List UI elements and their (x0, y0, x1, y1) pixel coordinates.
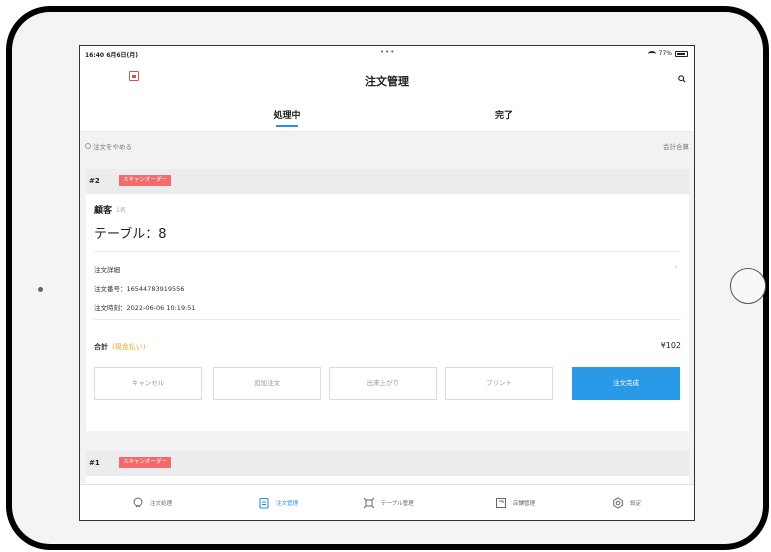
tab-processing[interactable]: 処理中 (247, 108, 327, 127)
customer-count: 1名 (116, 207, 126, 214)
status-time: 16:40 6月6日(月) (85, 52, 139, 59)
order-type-badge: スキャンオーダー (119, 457, 172, 468)
divider (94, 251, 681, 252)
nav-label: 注文管理 (276, 501, 299, 507)
status-tabs: 処理中 完了 (80, 102, 694, 132)
payment-method: (現金払い) (112, 343, 146, 351)
table-number: テーブル：8 (94, 227, 167, 242)
order-type-badge: スキャンオーダー (119, 175, 172, 186)
nav-store-management[interactable]: 店舗管理 (495, 497, 535, 509)
radio-icon (85, 143, 91, 149)
page-title: 注文管理 (365, 75, 409, 88)
app-screen: 16:40 6月6日(月) ••• 77% 注文管理 処理中 完了 注文をやめる… (79, 45, 695, 521)
order-number: #1 (89, 459, 100, 467)
cancel-button[interactable]: キャンセル (94, 367, 202, 400)
order-detail-link[interactable]: 注文詳細 (94, 264, 120, 274)
chevron-right-icon[interactable]: › (674, 263, 677, 271)
nav-order-management[interactable]: 注文管理 (258, 497, 298, 509)
gear-icon (613, 497, 623, 509)
search-icon[interactable] (678, 75, 686, 83)
nav-bar: 注文管理 (80, 62, 694, 102)
nav-table-management[interactable]: テーブル管理 (363, 497, 414, 509)
order-header: #1 スキャンオーダー (86, 451, 689, 476)
total-label: 合計 (94, 343, 108, 351)
cancel-order-toggle[interactable]: 注文をやめる (85, 141, 132, 151)
ready-button[interactable]: 出来上がり (329, 367, 437, 400)
order-id: 注文番号：16544783919556 (94, 285, 185, 293)
order-card: #2 スキャンオーダー 顧客 1名 テーブル：8 注文詳細 › 注文番号：165… (86, 169, 689, 431)
total-amount: ¥102 (660, 341, 681, 350)
nav-settings[interactable]: 設定 (612, 497, 641, 509)
nav-label: 注文処理 (150, 501, 173, 507)
print-button[interactable]: プリント (445, 367, 553, 400)
table-icon (363, 497, 375, 509)
multitask-dots[interactable]: ••• (380, 48, 395, 56)
bottom-nav: 注文処理 注文管理 テーブル管理 店舗管理 設定 (80, 484, 694, 520)
nav-order-processing[interactable]: 注文処理 (132, 497, 172, 509)
camera-dot (38, 287, 43, 292)
clipboard-icon (259, 497, 269, 509)
status-indicators: 77% (647, 50, 688, 57)
complete-order-button[interactable]: 注文完成 (572, 367, 680, 400)
nav-label: 店舗管理 (513, 501, 536, 507)
tab-completed[interactable]: 完了 (464, 108, 544, 121)
customer-label: 顧客 (94, 206, 113, 216)
order-time: 注文時刻：2022-06-06 10:19:51 (94, 304, 196, 312)
battery-icon (675, 50, 688, 57)
merge-total-button[interactable]: 会計合算 (663, 141, 689, 151)
home-button[interactable] (730, 268, 766, 304)
add-order-button[interactable]: 追加注文 (213, 367, 321, 400)
status-bar: 16:40 6月6日(月) ••• 77% (80, 46, 694, 62)
chat-icon (133, 497, 143, 508)
order-number: #2 (89, 177, 100, 185)
nav-label: 設定 (630, 501, 642, 507)
battery-percent: 77% (658, 50, 672, 57)
wifi-icon (647, 50, 656, 57)
cancel-order-label: 注文をやめる (93, 143, 132, 151)
order-toolbar: 注文をやめる 会計合算 (80, 133, 694, 157)
nav-label: テーブル管理 (381, 501, 414, 507)
store-icon (496, 498, 506, 508)
order-header: #2 スキャンオーダー (86, 169, 689, 194)
divider (94, 319, 681, 320)
